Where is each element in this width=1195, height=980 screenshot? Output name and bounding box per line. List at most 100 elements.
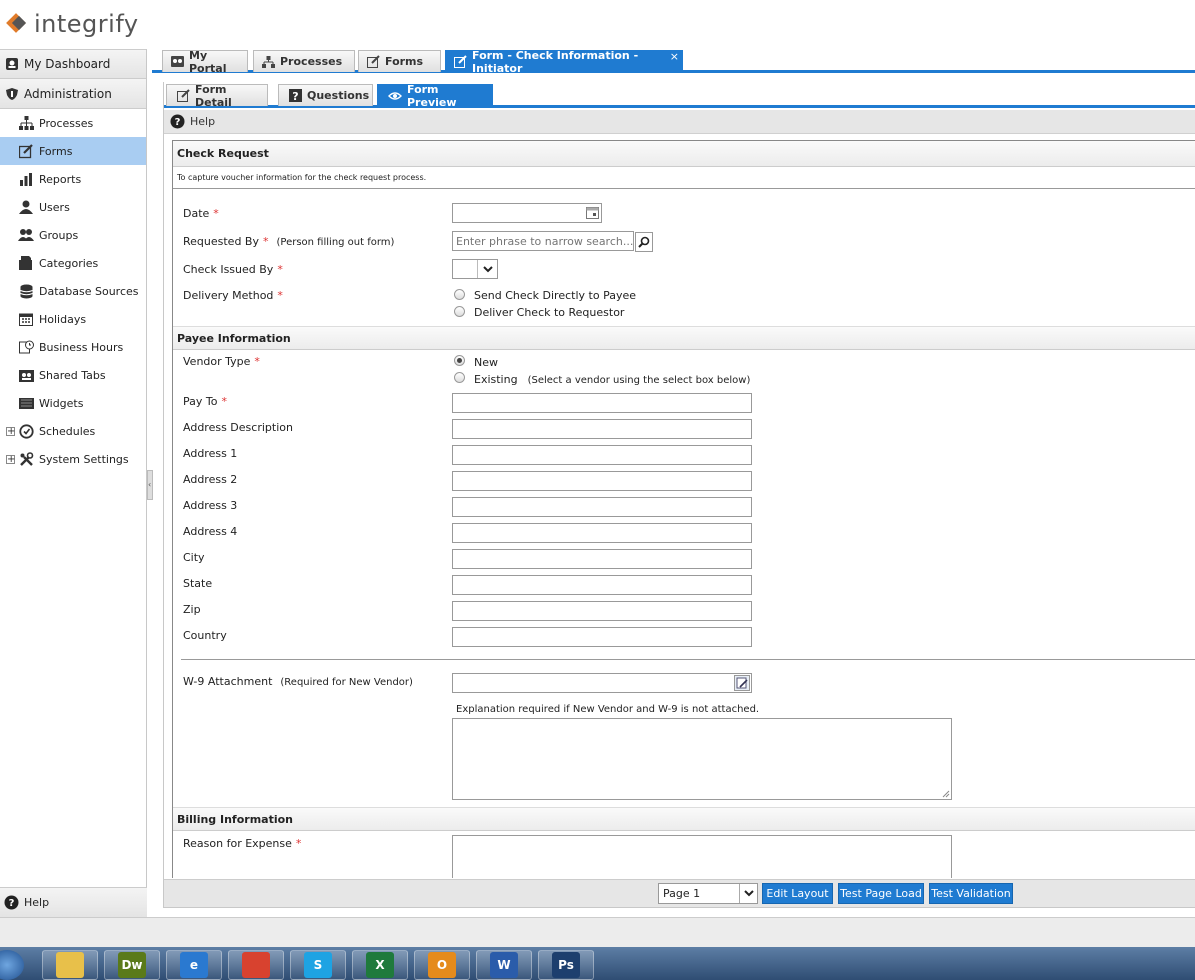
vendor-radio-new[interactable] <box>454 355 465 366</box>
taskbar-app-photoshop[interactable]: Ps <box>538 950 594 980</box>
start-button[interactable] <box>0 950 24 980</box>
w9-label: W-9 Attachment (Required for New Vendor) <box>183 675 413 688</box>
sidebar-item-shared-tabs[interactable]: Shared Tabs <box>0 361 146 389</box>
sidebar-help[interactable]: ? Help <box>0 887 147 917</box>
close-icon[interactable]: × <box>670 50 679 63</box>
tab-label: My Portal <box>189 48 227 75</box>
taskbar-app-word[interactable]: W <box>476 950 532 980</box>
group-icon <box>18 227 34 243</box>
address-field-row: City <box>173 549 1193 573</box>
expand-icon[interactable]: + <box>6 454 15 464</box>
clock-icon <box>18 423 34 439</box>
address-field-label: City <box>183 551 205 564</box>
delivery-radio-deliver-to-requestor[interactable] <box>454 306 465 317</box>
sidebar-item-processes[interactable]: Processes <box>0 109 146 137</box>
taskbar-app-outlook[interactable]: O <box>414 950 470 980</box>
sidebar-item-forms[interactable]: Forms <box>0 137 146 165</box>
sidebar-item-administration[interactable]: Administration <box>0 79 146 109</box>
w9-file-input[interactable] <box>452 673 752 693</box>
taskbar-app-excel[interactable]: X <box>352 950 408 980</box>
chevron-down-icon <box>739 884 757 903</box>
search-icon[interactable] <box>635 232 653 252</box>
sidebar-item-database-sources[interactable]: Database Sources <box>0 277 146 305</box>
taskbar-app-dreamweaver[interactable]: Dw <box>104 950 160 980</box>
delivery-method-row: Delivery Method * Send Check Directly to … <box>173 287 1193 323</box>
sidebar-item-schedules[interactable]: + Schedules <box>0 417 146 445</box>
logo-text: integrify <box>34 10 139 38</box>
chrome-icon <box>242 952 270 978</box>
tab-label: Processes <box>280 55 343 68</box>
sidebar-item-groups[interactable]: Groups <box>0 221 146 249</box>
sidebar-item-reports[interactable]: Reports <box>0 165 146 193</box>
sidebar-item-label: Reports <box>39 172 82 186</box>
tab-questions[interactable]: ? Questions <box>278 84 373 106</box>
tab-form-preview[interactable]: Form Preview <box>377 83 493 109</box>
attach-file-icon[interactable] <box>734 675 750 691</box>
sidebar-item-system-settings[interactable]: + System Settings <box>0 445 146 473</box>
excel-icon: X <box>366 952 394 978</box>
address-field-label: Country <box>183 629 227 642</box>
tab-processes[interactable]: Processes <box>253 50 355 72</box>
org-chart-icon <box>262 55 275 68</box>
sidebar-item-widgets[interactable]: Widgets <box>0 389 146 417</box>
edit-layout-button[interactable]: Edit Layout <box>762 883 833 904</box>
check-issued-by-label: Check Issued By * <box>183 263 283 276</box>
address-2-input[interactable] <box>452 471 752 491</box>
tab-forms[interactable]: Forms <box>358 50 441 72</box>
help-bar[interactable]: ? Help <box>164 110 1195 134</box>
sidebar-item-users[interactable]: Users <box>0 193 146 221</box>
address-1-input[interactable] <box>452 445 752 465</box>
country-input[interactable] <box>452 627 752 647</box>
shared-tabs-icon <box>18 367 34 383</box>
skype-icon: S <box>304 952 332 978</box>
requested-by-search-input[interactable] <box>452 231 634 251</box>
test-validation-button[interactable]: Test Validation <box>929 883 1013 904</box>
city-input[interactable] <box>452 549 752 569</box>
form-title: Check Request <box>173 141 1195 167</box>
address-4-input[interactable] <box>452 523 752 543</box>
address-field-row: Zip <box>173 601 1193 625</box>
sidebar-item-my-dashboard[interactable]: My Dashboard <box>0 49 146 79</box>
state-input[interactable] <box>452 575 752 595</box>
address-field-row: State <box>173 575 1193 599</box>
w9-explanation-textarea[interactable] <box>452 718 952 800</box>
vendor-radio-existing[interactable] <box>454 372 465 383</box>
address-field-row: Country <box>173 627 1193 651</box>
expand-icon[interactable]: + <box>6 426 15 436</box>
browser-status-bar <box>0 917 1195 947</box>
svg-text:?: ? <box>9 898 15 909</box>
tab-form-check-information[interactable]: Form - Check Information - Initiator × <box>445 49 683 75</box>
vendor-option-existing: Existing (Select a vendor using the selec… <box>474 373 751 386</box>
reason-for-expense-row: Reason for Expense * <box>173 835 1193 878</box>
sidebar-item-holidays[interactable]: Holidays <box>0 305 146 333</box>
taskbar-app-skype[interactable]: S <box>290 950 346 980</box>
tab-my-portal[interactable]: My Portal <box>162 48 248 75</box>
check-issued-by-select[interactable] <box>452 259 498 279</box>
page-select[interactable]: Page 1 <box>658 883 758 904</box>
tab-form-detail[interactable]: Form Detail <box>166 83 268 109</box>
sidebar-item-categories[interactable]: Categories <box>0 249 146 277</box>
address-field-row: Address 3 <box>173 497 1193 521</box>
reason-for-expense-textarea[interactable] <box>452 835 952 878</box>
pay-to-input[interactable] <box>452 393 752 413</box>
test-page-load-button[interactable]: Test Page Load <box>838 883 924 904</box>
address-3-input[interactable] <box>452 497 752 517</box>
form-description: To capture voucher information for the c… <box>173 167 1195 189</box>
taskbar-app-file-explorer[interactable] <box>42 950 98 980</box>
zip-input[interactable] <box>452 601 752 621</box>
address-field-row: Address 1 <box>173 445 1193 469</box>
date-input[interactable] <box>452 203 602 223</box>
taskbar-app-chrome[interactable] <box>228 950 284 980</box>
requested-by-label: Requested By * (Person filling out form) <box>183 235 395 248</box>
address-description-input[interactable] <box>452 419 752 439</box>
sidebar-item-label: Database Sources <box>39 284 139 298</box>
sidebar-item-business-hours[interactable]: Business Hours <box>0 333 146 361</box>
calendar-icon[interactable] <box>586 207 599 222</box>
resize-handle-icon[interactable] <box>942 790 950 798</box>
delivery-radio-send-to-payee[interactable] <box>454 289 465 300</box>
sidebar-collapse-handle[interactable]: ‹ <box>147 470 153 500</box>
date-label: Date * <box>183 207 219 220</box>
edit-form-icon <box>454 55 467 68</box>
edit-form-icon <box>177 89 190 102</box>
taskbar-app-internet-explorer[interactable]: e <box>166 950 222 980</box>
